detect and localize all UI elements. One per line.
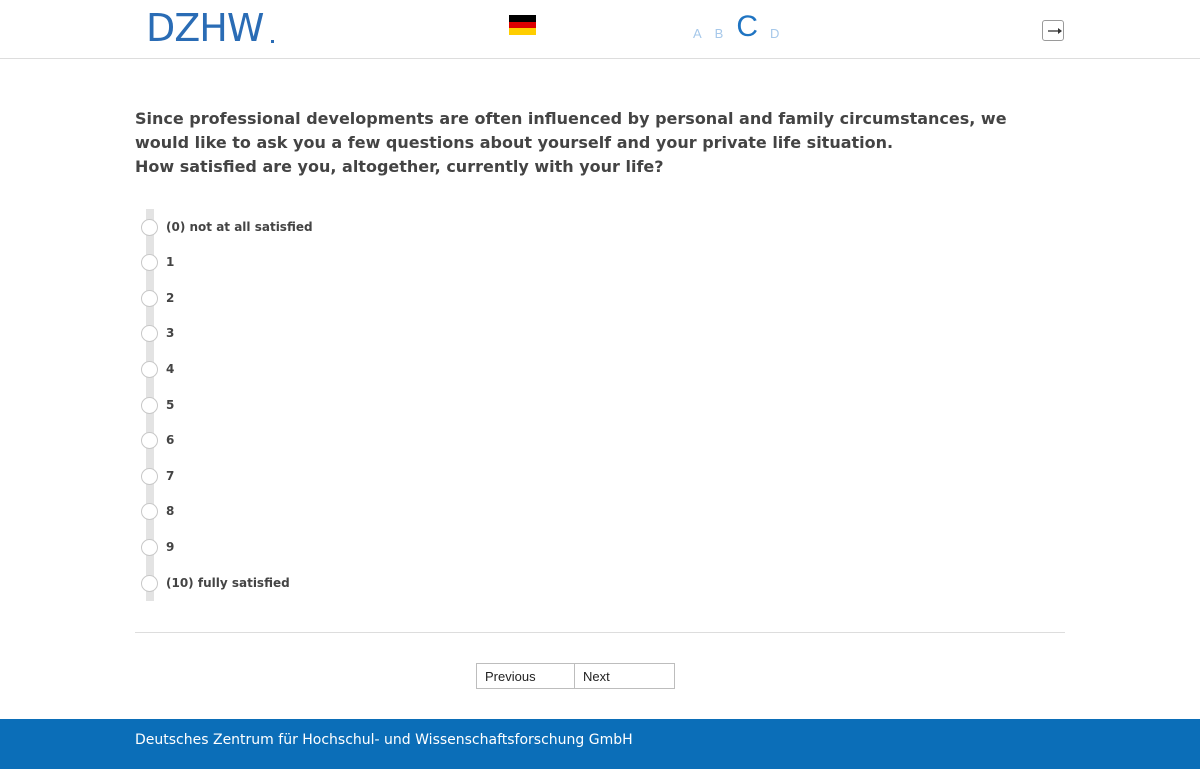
radio-button[interactable]: [141, 324, 158, 342]
footer: Deutsches Zentrum für Hochschul- und Wis…: [0, 719, 1200, 769]
option-0[interactable]: (0) not at all satisfied: [141, 217, 313, 237]
option-label: 1: [166, 255, 175, 269]
option-9[interactable]: 9: [141, 537, 174, 557]
radio-button[interactable]: [141, 574, 158, 592]
question-text: Since professional developments are ofte…: [135, 107, 1065, 179]
radio-button[interactable]: [141, 218, 158, 236]
option-label: 5: [166, 398, 175, 412]
radio-button[interactable]: [141, 360, 158, 378]
header: DZHW A B C D: [0, 0, 1200, 59]
radio-button[interactable]: [141, 431, 158, 449]
logo-dot: [271, 40, 274, 43]
font-size-selector: A B C D: [693, 12, 792, 42]
footer-text: Deutsches Zentrum für Hochschul- und Wis…: [135, 732, 633, 748]
option-1[interactable]: 1: [141, 252, 174, 272]
question-intro: Since professional developments are ofte…: [135, 109, 1007, 152]
exit-button[interactable]: [1042, 20, 1064, 41]
option-5[interactable]: 5: [141, 395, 174, 415]
divider: [135, 632, 1065, 633]
radio-button[interactable]: [141, 467, 158, 485]
option-label: 3: [166, 326, 175, 340]
font-size-a[interactable]: A: [693, 26, 702, 42]
previous-button[interactable]: Previous: [476, 663, 575, 689]
question-main: How satisfied are you, altogether, curre…: [135, 157, 664, 176]
option-label: 9: [166, 540, 175, 554]
option-label: 6: [166, 433, 175, 447]
german-flag-icon[interactable]: [509, 15, 536, 35]
exit-icon: [1048, 28, 1062, 34]
font-size-c[interactable]: C: [736, 12, 758, 42]
option-label: 4: [166, 362, 175, 376]
option-3[interactable]: 3: [141, 323, 174, 343]
option-label: 8: [166, 504, 175, 518]
option-6[interactable]: 6: [141, 430, 174, 450]
option-label: (0) not at all satisfied: [166, 220, 313, 234]
radio-button[interactable]: [141, 396, 158, 414]
dzhw-logo: DZHW: [146, 6, 264, 50]
option-label: 2: [166, 291, 175, 305]
option-10[interactable]: (10) fully satisfied: [141, 573, 290, 593]
radio-button[interactable]: [141, 289, 158, 307]
radio-button[interactable]: [141, 502, 158, 520]
font-size-b[interactable]: B: [715, 26, 724, 42]
option-label: (10) fully satisfied: [166, 576, 290, 590]
option-label: 7: [166, 469, 175, 483]
font-size-d[interactable]: D: [770, 26, 779, 42]
radio-button[interactable]: [141, 538, 158, 556]
option-8[interactable]: 8: [141, 501, 174, 521]
option-7[interactable]: 7: [141, 466, 174, 486]
option-2[interactable]: 2: [141, 288, 174, 308]
next-button[interactable]: Next: [575, 663, 675, 689]
option-4[interactable]: 4: [141, 359, 174, 379]
radio-button[interactable]: [141, 253, 158, 271]
navigation-buttons: Previous Next: [476, 663, 675, 689]
